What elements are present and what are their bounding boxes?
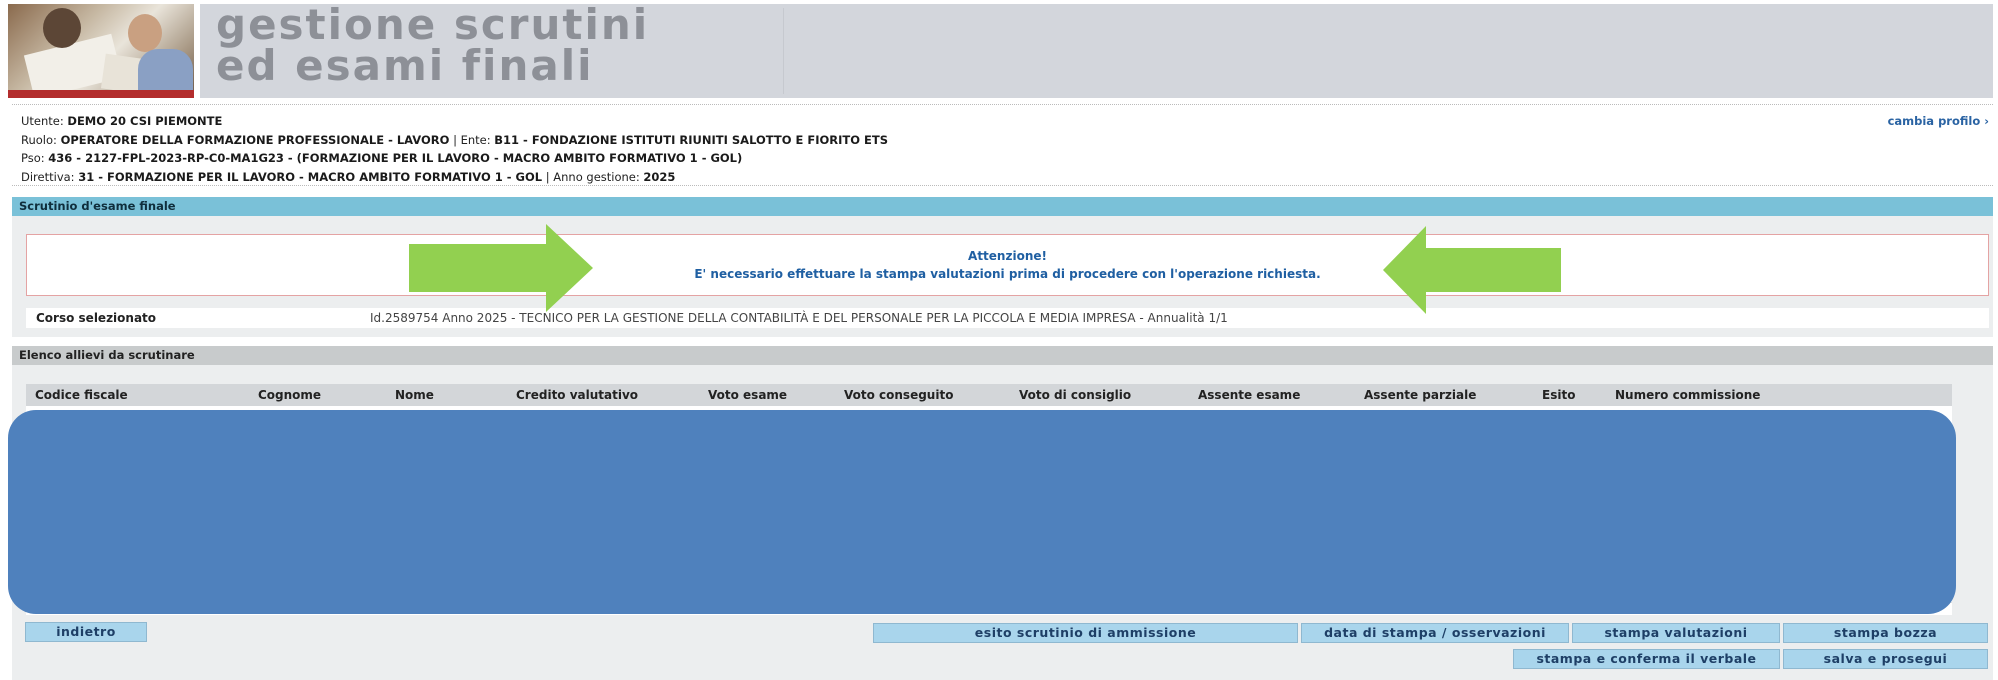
stampa-conferma-verbale-button[interactable]: stampa e conferma il verbale xyxy=(1513,649,1780,669)
column-header[interactable]: Nome xyxy=(395,384,434,406)
students-table-header: Codice fiscale Cognome Nome Credito valu… xyxy=(26,384,1952,406)
ruolo-label: Ruolo: xyxy=(21,132,57,147)
user-info-panel: Utente: DEMO 20 CSI PIEMONTE Ruolo: OPER… xyxy=(12,104,1993,186)
anno-value: 2025 xyxy=(643,169,676,184)
pso-label: Pso: xyxy=(21,151,45,165)
banner-photo xyxy=(8,4,194,98)
column-header[interactable]: Voto di consiglio xyxy=(1019,384,1131,406)
utente-row: Utente: DEMO 20 CSI PIEMONTE xyxy=(12,112,1993,131)
column-header[interactable]: Voto esame xyxy=(708,384,787,406)
column-header[interactable]: Codice fiscale xyxy=(35,384,128,406)
direttiva-row: Direttiva: 31 - FORMAZIONE PER IL LAVORO… xyxy=(12,168,1993,187)
utente-value: DEMO 20 CSI PIEMONTE xyxy=(67,114,223,128)
ente-value: B11 - FONDAZIONE ISTITUTI RIUNITI SALOTT… xyxy=(494,132,889,147)
alert-box: Attenzione! E' necessario effettuare la … xyxy=(26,234,1989,296)
column-header[interactable]: Assente esame xyxy=(1198,384,1300,406)
section-header-scrutinio: Scrutinio d'esame finale xyxy=(12,197,1993,216)
column-header[interactable]: Assente parziale xyxy=(1364,384,1476,406)
course-label: Corso selezionato xyxy=(36,311,157,325)
column-header[interactable]: Voto conseguito xyxy=(844,384,953,406)
stampa-valutazioni-button[interactable]: stampa valutazioni xyxy=(1572,623,1780,643)
course-row: Corso selezionato Id.2589754 Anno 2025 -… xyxy=(26,308,1989,328)
data-stampa-button[interactable]: data di stampa / osservazioni xyxy=(1301,623,1569,643)
ruolo-row: Ruolo: OPERATORE DELLA FORMAZIONE PROFES… xyxy=(12,131,1993,150)
direttiva-value: 31 - FORMAZIONE PER IL LAVORO - MACRO AM… xyxy=(78,169,543,184)
salva-prosegui-button[interactable]: salva e prosegui xyxy=(1783,649,1988,669)
app-title: gestione scrutini ed esami finali xyxy=(216,0,650,90)
alert-message: E' necessario effettuare la stampa valut… xyxy=(694,267,1321,281)
pso-row: Pso: 436 - 2127-FPL-2023-RP-C0-MA1G23 - … xyxy=(12,149,1993,168)
app-title-line1: gestione scrutini xyxy=(216,0,650,49)
arrow-left-icon xyxy=(1383,226,1561,314)
column-header[interactable]: Esito xyxy=(1542,384,1575,406)
column-header[interactable]: Cognome xyxy=(258,384,321,406)
ente-label: | Ente: xyxy=(453,132,491,147)
alert-title: Attenzione! xyxy=(968,249,1047,263)
ruolo-value: OPERATORE DELLA FORMAZIONE PROFESSIONALE… xyxy=(60,132,450,147)
anno-label: | Anno gestione: xyxy=(545,169,640,184)
esito-ammissione-button[interactable]: esito scrutinio di ammissione xyxy=(873,623,1298,643)
banner-divider xyxy=(783,8,784,94)
stampa-bozza-button[interactable]: stampa bozza xyxy=(1783,623,1988,643)
arrow-right-icon xyxy=(409,224,593,312)
app-title-line2: ed esami finali xyxy=(216,41,594,90)
redacted-area xyxy=(8,410,1956,614)
column-header[interactable]: Credito valutativo xyxy=(516,384,638,406)
pso-value: 436 - 2127-FPL-2023-RP-C0-MA1G23 - (FORM… xyxy=(48,151,743,165)
section-header-elenco: Elenco allievi da scrutinare xyxy=(12,346,1993,365)
column-header[interactable]: Numero commissione xyxy=(1615,384,1760,406)
direttiva-label: Direttiva: xyxy=(21,169,75,184)
indietro-button[interactable]: indietro xyxy=(25,622,147,642)
cambia-profilo-link[interactable]: cambia profilo › xyxy=(1888,112,1989,131)
utente-label: Utente: xyxy=(21,114,64,128)
